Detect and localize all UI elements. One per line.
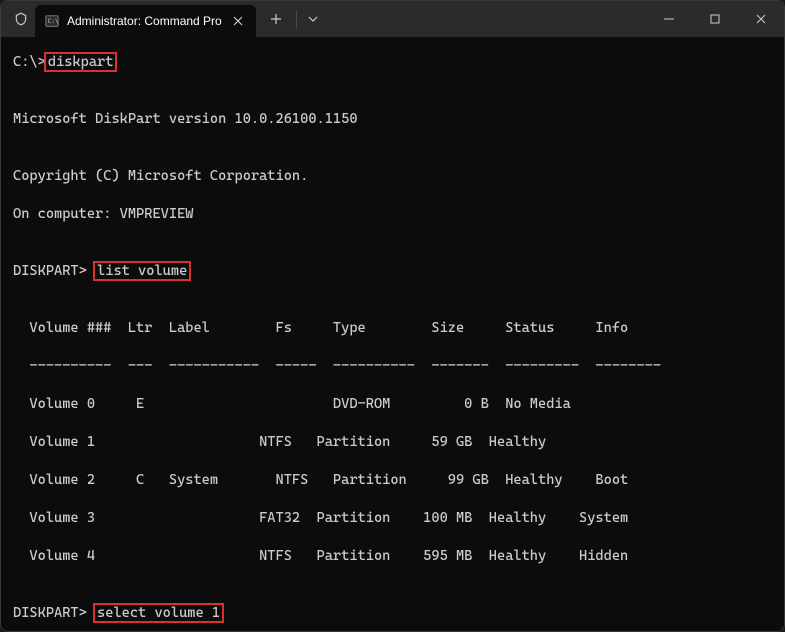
table-row: Volume 3 FAT32 Partition 100 MB Healthy … [13,509,772,528]
table-row: Volume 2 C System NTFS Partition 99 GB H… [13,471,772,490]
table-row: Volume 0 E DVD-ROM 0 B No Media [13,395,772,414]
minimize-button[interactable] [646,1,692,37]
window-controls [646,1,784,37]
new-tab-button[interactable] [262,5,290,33]
tab-title: Administrator: Command Pro [67,14,222,28]
cmd-icon: C:\ [45,14,59,28]
table-row: Volume 4 NTFS Partition 595 MB Healthy H… [13,547,772,566]
table-header: Volume ### Ltr Label Fs Type Size Status… [13,319,772,338]
computer-line: On computer: VMPREVIEW [13,205,772,224]
tab-divider [296,10,297,28]
tab-close-button[interactable] [230,13,246,29]
copyright-line: Copyright (C) Microsoft Corporation. [13,167,772,186]
highlight-cmd-select-volume: select volume 1 [93,603,224,623]
table-separator: ---------- --- ----------- ----- -------… [13,357,772,376]
svg-text:C:\: C:\ [48,18,59,25]
terminal-output[interactable]: C:\>diskpart Microsoft DiskPart version … [1,37,784,631]
active-tab[interactable]: C:\ Administrator: Command Pro [35,5,256,37]
diskpart-prompt: DISKPART> [13,605,95,621]
tab-dropdown-button[interactable] [299,5,327,33]
titlebar[interactable]: C:\ Administrator: Command Pro [1,1,784,37]
prompt: C:\> [13,54,46,70]
highlight-cmd-diskpart: diskpart [44,52,118,72]
table-row: Volume 1 NTFS Partition 59 GB Healthy [13,433,772,452]
version-line: Microsoft DiskPart version 10.0.26100.11… [13,110,772,129]
diskpart-prompt: DISKPART> [13,263,95,279]
maximize-button[interactable] [692,1,738,37]
app-window: C:\ Administrator: Command Pro C:\> [0,0,785,632]
shield-icon [13,11,29,27]
highlight-cmd-list-volume: list volume [93,261,191,281]
close-button[interactable] [738,1,784,37]
